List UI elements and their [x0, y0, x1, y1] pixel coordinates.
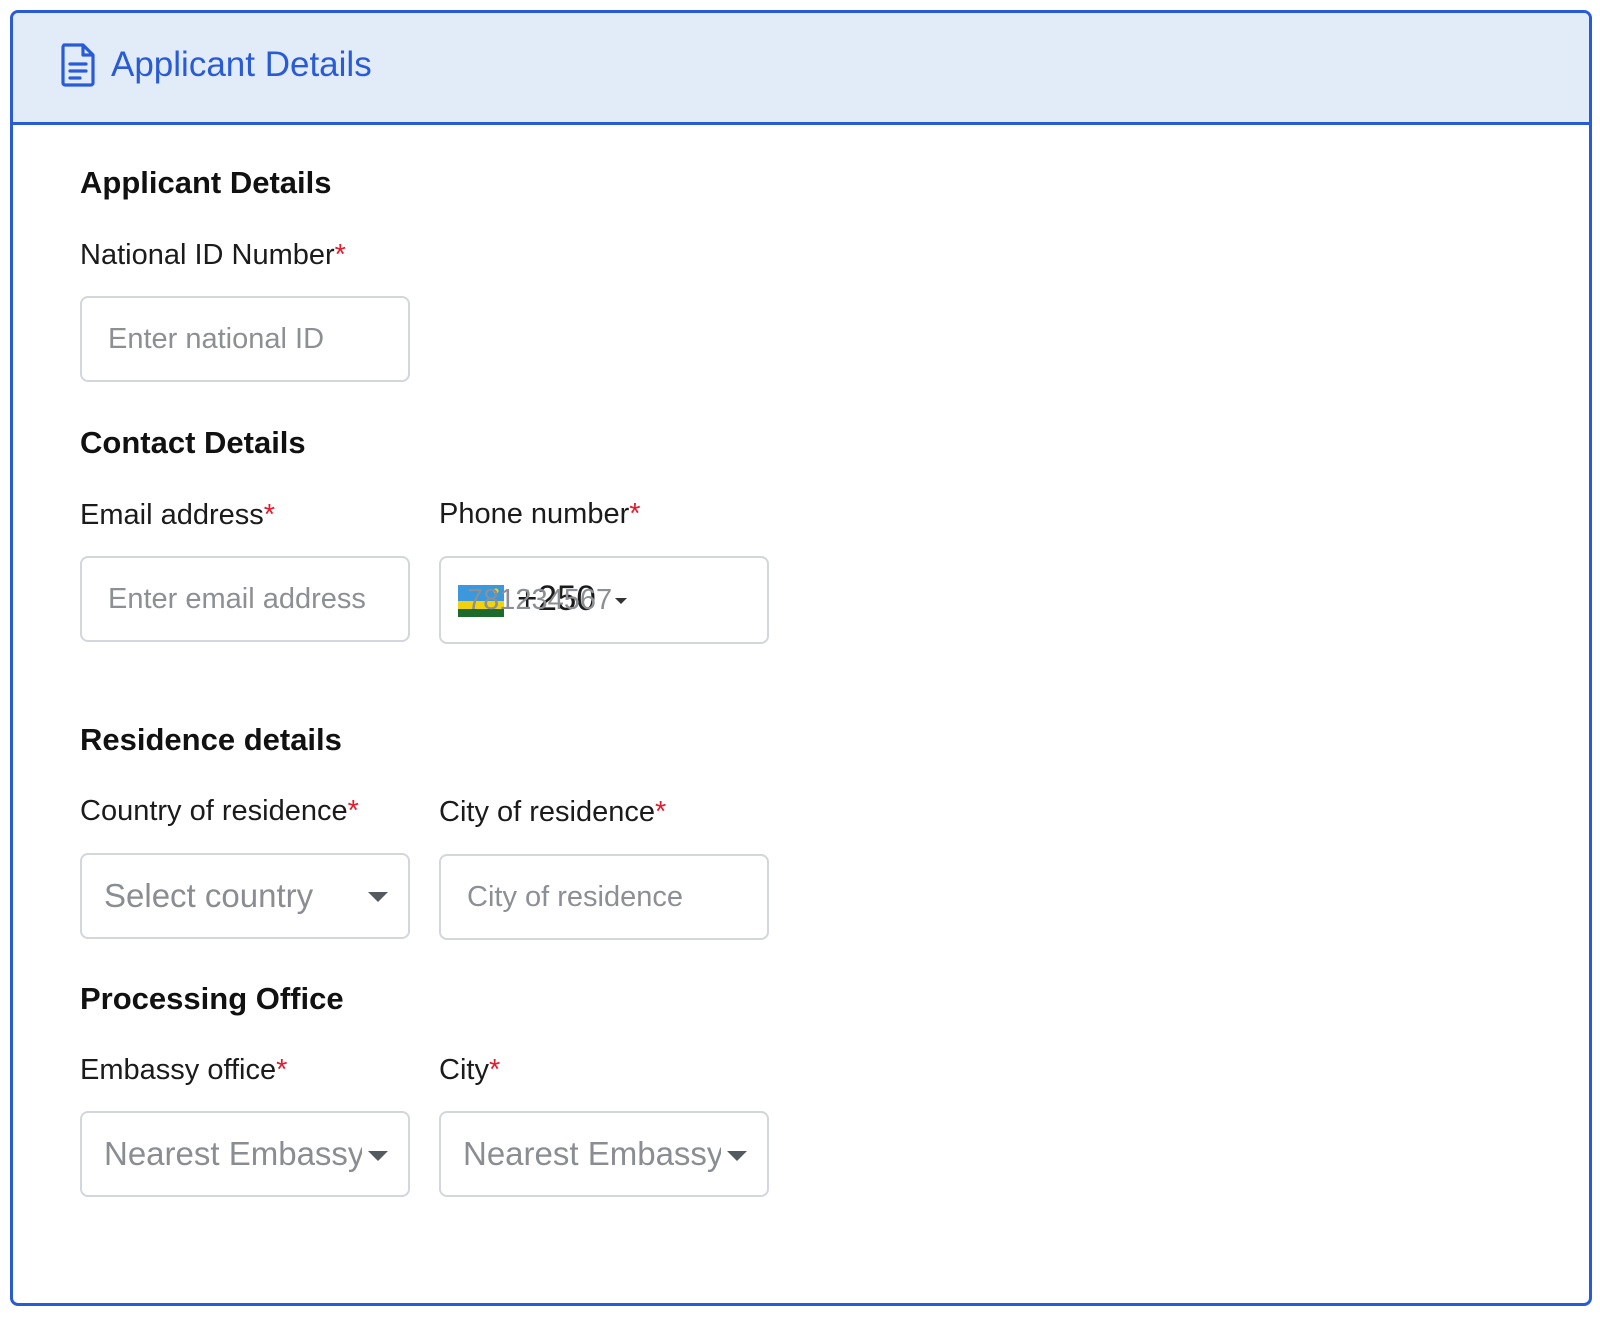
embassy-office-label: Embassy office* — [80, 1054, 288, 1086]
country-select[interactable]: Select country — [80, 853, 410, 939]
national-id-input[interactable] — [82, 298, 408, 380]
required-marker: * — [263, 499, 276, 531]
phone-input[interactable] — [441, 558, 767, 642]
applicant-details-panel: Applicant Details Applicant Details Nati… — [10, 10, 1592, 1306]
chevron-down-icon[interactable] — [368, 1151, 388, 1161]
chevron-down-icon[interactable] — [727, 1151, 747, 1161]
chevron-down-icon[interactable] — [368, 892, 388, 902]
processing-city-select[interactable]: Nearest Embassy — [439, 1111, 769, 1197]
phone-field: +250 — [439, 556, 769, 644]
email-input[interactable] — [82, 558, 408, 640]
panel-header-title: Applicant Details — [111, 45, 372, 84]
country-select-value: Select country — [104, 877, 314, 914]
processing-section-title: Processing Office — [80, 981, 344, 1016]
email-label: Email address* — [80, 499, 276, 531]
national-id-label: National ID Number* — [80, 239, 346, 271]
residence-section-title: Residence details — [80, 722, 342, 757]
city-of-residence-field — [439, 854, 769, 940]
embassy-office-select[interactable]: Nearest Embassy — [80, 1111, 410, 1197]
contact-section-title: Contact Details — [80, 425, 306, 460]
city-of-residence-input[interactable] — [441, 856, 767, 938]
processing-city-select-value: Nearest Embassy — [463, 1135, 721, 1172]
required-marker: * — [334, 239, 346, 271]
country-label: Country of residence* — [80, 795, 359, 827]
required-marker: * — [347, 795, 359, 827]
panel-header: Applicant Details — [13, 13, 1589, 125]
applicant-section-title: Applicant Details — [80, 165, 332, 200]
national-id-field — [80, 296, 410, 382]
embassy-office-select-value: Nearest Embassy — [104, 1135, 362, 1172]
required-marker: * — [655, 796, 667, 828]
processing-city-label: City* — [439, 1054, 501, 1086]
phone-label: Phone number* — [439, 498, 641, 530]
city-of-residence-label: City of residence* — [439, 796, 667, 828]
required-marker: * — [276, 1054, 288, 1086]
required-marker: * — [629, 498, 641, 530]
email-field — [80, 556, 410, 642]
document-icon — [61, 43, 95, 87]
required-marker: * — [488, 1054, 501, 1086]
